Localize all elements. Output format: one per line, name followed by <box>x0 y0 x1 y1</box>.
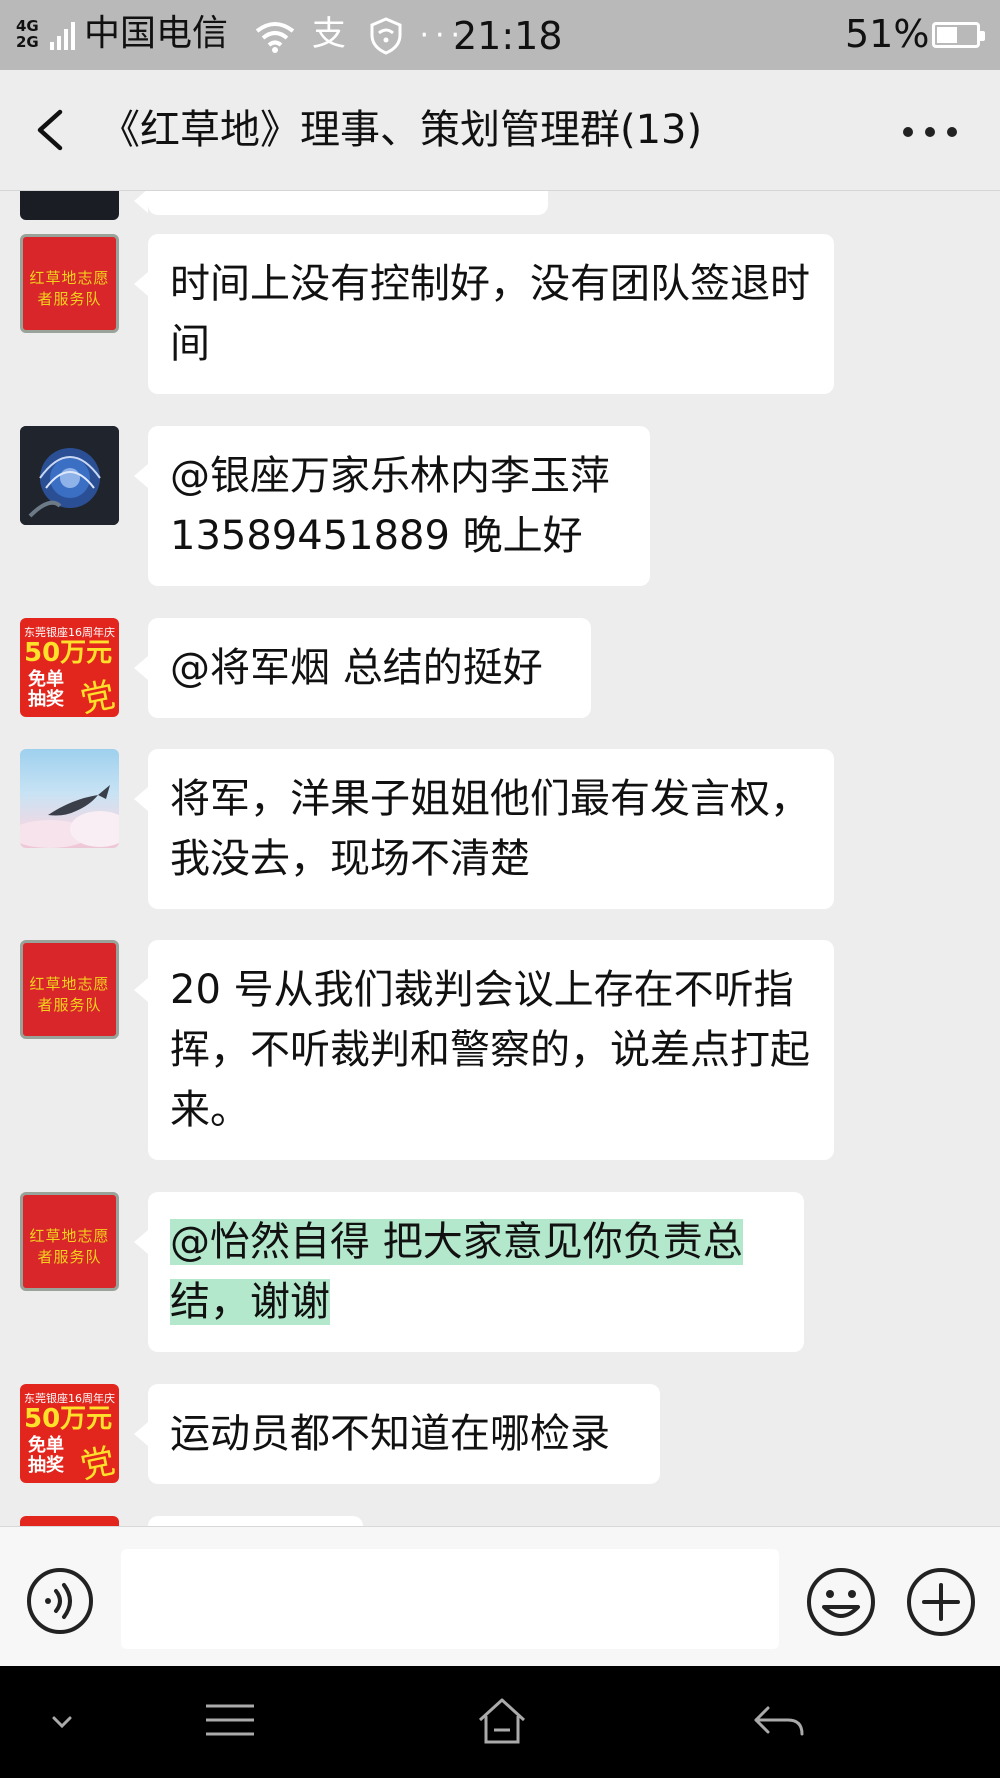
back-nav-icon[interactable] <box>748 1696 808 1746</box>
battery-percent: 51% <box>845 12 930 56</box>
chevron-down-icon[interactable] <box>32 1696 92 1746</box>
avatar-promo-big: 50万元 <box>24 638 113 668</box>
message-bubble[interactable]: @将军烟 总结的挺好 <box>134 618 591 718</box>
avatar-promo-big: 50万元 <box>24 1404 113 1434</box>
message-text: @将军烟 总结的挺好 <box>170 645 543 691</box>
avatar[interactable] <box>20 749 119 848</box>
signal-icon <box>50 22 75 50</box>
avatar[interactable]: 红草地志愿者服务队 <box>20 234 119 333</box>
avatar-banner-text: 红草地志愿者服务队 <box>29 269 110 308</box>
message-list[interactable]: 红草地志愿者服务队 时间上没有控制好，没有团队签退时间 @银座万家乐林内李玉萍 … <box>0 191 1000 1526</box>
shield-icon <box>370 16 402 55</box>
network-type: 4G 2G <box>16 17 39 51</box>
message-bubble[interactable]: 时间上没有控制好，没有团队签退时间 <box>134 234 834 394</box>
message-text-highlighted: @怡然自得 把大家意见你负责总 <box>170 1219 743 1265</box>
blue-rose-icon <box>20 426 119 525</box>
message-bubble-partial <box>134 191 548 215</box>
avatar-promo-mid: 免单抽奖 <box>28 1435 64 1476</box>
more-options-icon[interactable] <box>900 120 960 144</box>
voice-input-icon[interactable] <box>26 1567 94 1635</box>
wifi-icon <box>255 21 295 53</box>
message-text: 将军，洋果子姐姐他们最有发言权，我没去，现场不清楚 <box>170 776 810 882</box>
home-icon[interactable] <box>472 1696 532 1746</box>
avatar[interactable]: 东莞银座16周年庆 50万元 免单抽奖 党 <box>20 618 119 717</box>
chat-title: 《红草地》理事、策划管理群(13) <box>100 107 703 153</box>
message-input[interactable] <box>121 1549 779 1649</box>
avatar[interactable] <box>20 191 119 220</box>
message-bubble[interactable]: @银座万家乐林内李玉萍 13589451889 晚上好 <box>134 426 650 586</box>
message-text: @银座万家乐林内李玉萍 13589451889 晚上好 <box>170 453 610 559</box>
back-arrow-icon[interactable] <box>30 108 70 152</box>
avatar-promo-char: 党 <box>76 674 119 717</box>
message-text: 运动员都不知道在哪检录 <box>170 1411 610 1457</box>
message-text: 时间上没有控制好，没有团队签退时间 <box>170 261 810 367</box>
system-nav-bar <box>0 1666 1000 1778</box>
avatar-banner-text: 红草地志愿者服务队 <box>29 1227 110 1266</box>
avatar[interactable] <box>20 1516 119 1526</box>
avatar[interactable] <box>20 426 119 525</box>
alipay-icon: 支 <box>311 14 352 54</box>
message-bubble[interactable]: 20 号从我们裁判会议上存在不听指挥，不听裁判和警察的，说差点打起来。 <box>134 940 834 1160</box>
avatar-promo-char: 党 <box>76 1440 119 1483</box>
message-bubble[interactable]: 将军，洋果子姐姐他们最有发言权，我没去，现场不清楚 <box>134 749 834 909</box>
battery-icon <box>932 22 985 48</box>
status-bar: 4G 2G 中国电信 支 ··· 21:18 51% <box>0 0 1000 70</box>
menu-icon[interactable] <box>200 1696 260 1746</box>
avatar-promo-mid: 免单抽奖 <box>28 669 64 710</box>
message-text: 20 号从我们裁判会议上存在不听指挥，不听裁判和警察的，说差点打起来。 <box>170 967 810 1133</box>
clock: 21:18 <box>453 14 563 58</box>
chat-header: 《红草地》理事、策划管理群(13) <box>0 70 1000 191</box>
input-bar <box>0 1526 1000 1667</box>
plus-icon[interactable] <box>906 1567 976 1637</box>
avatar-banner-text: 红草地志愿者服务队 <box>29 975 110 1014</box>
emoji-icon[interactable] <box>806 1567 876 1637</box>
message-bubble-partial <box>148 1516 363 1526</box>
carrier-name: 中国电信 <box>84 13 229 54</box>
message-bubble[interactable]: 运动员都不知道在哪检录 <box>134 1384 660 1484</box>
avatar[interactable]: 东莞银座16周年庆 50万元 免单抽奖 党 <box>20 1384 119 1483</box>
avatar[interactable]: 红草地志愿者服务队 <box>20 940 119 1039</box>
whale-icon <box>20 785 119 848</box>
message-text-highlighted: 结，谢谢 <box>170 1279 330 1325</box>
message-bubble-highlighted[interactable]: @怡然自得 把大家意见你负责总 结，谢谢 <box>134 1192 804 1352</box>
status-icons: 支 ··· <box>255 12 466 58</box>
avatar[interactable]: 红草地志愿者服务队 <box>20 1192 119 1291</box>
